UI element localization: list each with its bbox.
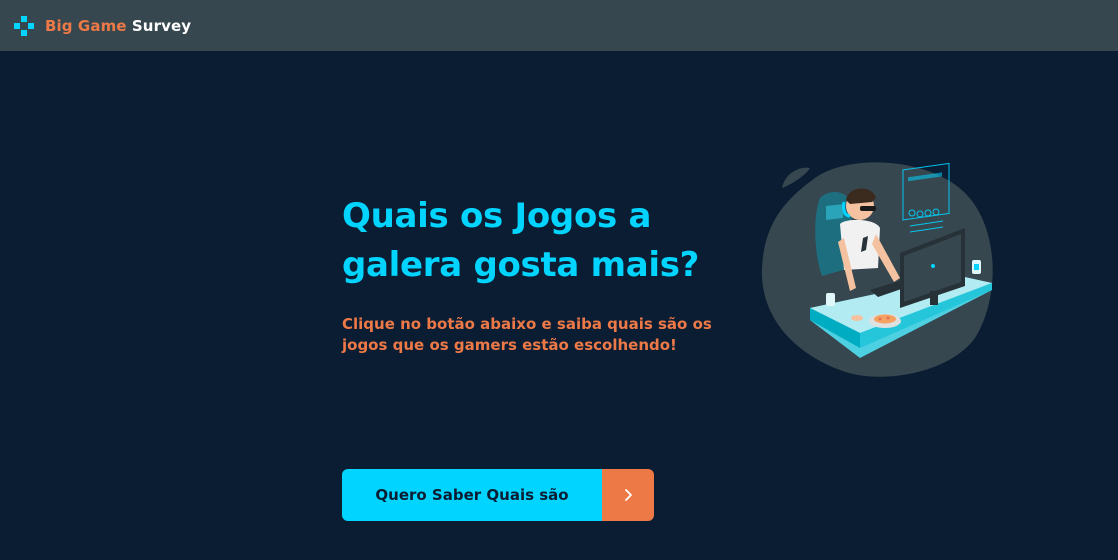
hero-subtitle: Clique no botão abaixo e saiba quais são… — [342, 315, 712, 354]
cta-button[interactable]: Quero Saber Quais são — [342, 469, 654, 521]
brand-part-2: Survey — [126, 16, 192, 35]
gamer-at-desk-illustration — [761, 162, 993, 377]
chevron-right-icon — [625, 489, 632, 501]
cta-arrow-button[interactable] — [602, 469, 654, 521]
cta-button-label[interactable]: Quero Saber Quais são — [342, 469, 602, 521]
gamepad-icon — [14, 15, 34, 36]
brand-part-1: Big Game — [45, 16, 127, 35]
navbar: Big Game Survey — [0, 0, 1118, 51]
brand-name[interactable]: Big Game Survey — [45, 17, 191, 35]
hero-title: Quais os Jogos a galera gosta mais? — [342, 196, 700, 285]
